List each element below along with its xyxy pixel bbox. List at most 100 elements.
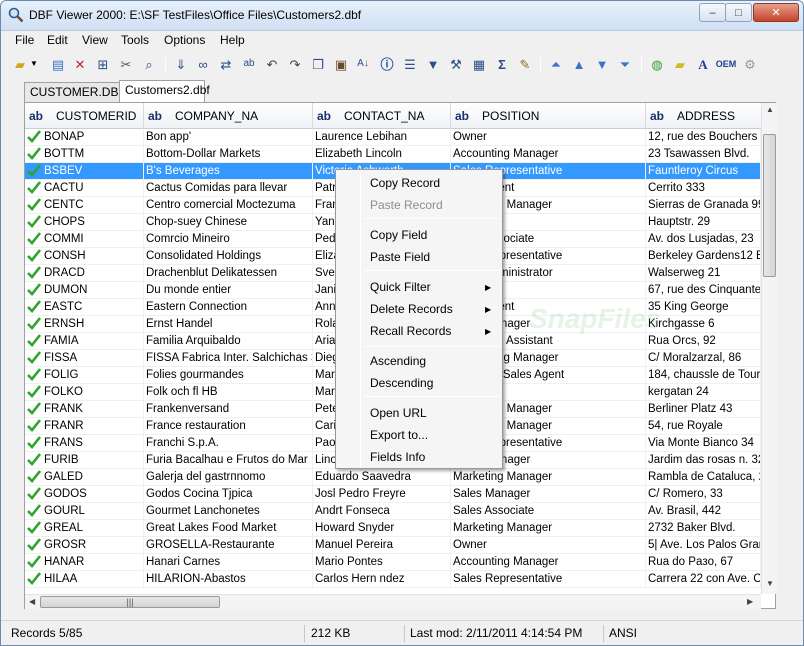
table-cell[interactable]: FISSA bbox=[44, 350, 144, 367]
table-cell[interactable]: Via Monte Bianco 34 bbox=[648, 435, 761, 452]
table-cell[interactable]: FAMIA bbox=[44, 333, 144, 350]
font-icon[interactable]: A bbox=[694, 55, 712, 73]
menu-edit[interactable]: Edit bbox=[47, 33, 68, 47]
menu-delete-records[interactable]: Delete Records bbox=[370, 302, 453, 316]
table-cell[interactable]: C/ Romero, 33 bbox=[648, 486, 761, 503]
horizontal-scroll-thumb[interactable]: ||| bbox=[40, 596, 220, 608]
table-cell[interactable]: HILARION-Abastos bbox=[146, 571, 313, 588]
table-cell[interactable]: Eastern Connection bbox=[146, 299, 313, 316]
prev-record-icon[interactable]: ▲ bbox=[570, 55, 588, 73]
vertical-scroll-thumb[interactable] bbox=[763, 134, 776, 277]
table-cell[interactable]: Carrera 22 con Ave. Carlos bbox=[648, 571, 761, 588]
table-cell[interactable]: Rua Orcs, 92 bbox=[648, 333, 761, 350]
table-cell[interactable]: BSBEV bbox=[44, 163, 144, 180]
find-icon[interactable]: ⌕ bbox=[140, 55, 158, 73]
table-cell[interactable]: Howard Snyder bbox=[315, 520, 451, 537]
table-row[interactable]: GALED Galerja del gastrпnomo Eduardo Saave… bbox=[25, 469, 761, 486]
info-icon[interactable]: ⓘ bbox=[378, 55, 396, 73]
table-cell[interactable]: Manuel Pereira bbox=[315, 537, 451, 554]
table-cell[interactable]: Bon app' bbox=[146, 129, 313, 146]
cut-icon[interactable]: ✂ bbox=[117, 55, 135, 73]
undo-icon[interactable]: ↶ bbox=[263, 55, 281, 73]
column-header-address[interactable]: ab ADDRESS bbox=[646, 103, 761, 129]
tab-customers2-dbf[interactable]: Customers2.dbf bbox=[119, 80, 210, 102]
table-cell[interactable]: GODOS bbox=[44, 486, 144, 503]
table-cell[interactable]: GREAL bbox=[44, 520, 144, 537]
table-cell[interactable]: 35 King George bbox=[648, 299, 761, 316]
new-file-icon[interactable]: ▤ bbox=[49, 55, 67, 73]
table-row[interactable]: GREAL Great Lakes Food Market Howard Snyde… bbox=[25, 520, 761, 537]
copy-icon[interactable]: ❐ bbox=[309, 55, 327, 73]
table-cell[interactable]: Centro comercial Moctezuma bbox=[146, 197, 313, 214]
table-cell[interactable]: Sales Associate bbox=[453, 503, 646, 520]
replace-icon[interactable]: ab bbox=[240, 55, 258, 73]
table-cell[interactable]: 5| Ave. Los Palos Grandes bbox=[648, 537, 761, 554]
table-cell[interactable]: kergatan 24 bbox=[648, 384, 761, 401]
scroll-left-icon[interactable]: ◀ bbox=[29, 597, 35, 606]
table-cell[interactable]: Comrcio Mineiro bbox=[146, 231, 313, 248]
oem-icon[interactable]: OEM bbox=[716, 55, 737, 73]
clear-filter-icon[interactable]: ⚒ bbox=[447, 55, 465, 73]
table-cell[interactable]: Drachenblut Delikatessen bbox=[146, 265, 313, 282]
table-cell[interactable]: Marketing Manager bbox=[453, 469, 646, 486]
table-cell[interactable]: Godos Cocina Tјpica bbox=[146, 486, 313, 503]
settings-icon[interactable]: ⚙ bbox=[741, 55, 759, 73]
menu-recall-records[interactable]: Recall Records bbox=[370, 324, 451, 338]
table-cell[interactable]: 2732 Baker Blvd. bbox=[648, 520, 761, 537]
table-cell[interactable]: Berkeley Gardens12 Brewery bbox=[648, 248, 761, 265]
table-cell[interactable]: COMMI bbox=[44, 231, 144, 248]
column-header-position[interactable]: ab POSITION bbox=[451, 103, 646, 129]
column-header-customerid[interactable]: ab CUSTOMERID bbox=[25, 103, 144, 129]
brush-icon[interactable]: ✎ bbox=[516, 55, 534, 73]
table-row[interactable]: BOTTM Bottom-Dollar Markets Elizabeth Linc… bbox=[25, 146, 761, 163]
table-cell[interactable]: DUMON bbox=[44, 282, 144, 299]
table-cell[interactable]: Sales Manager bbox=[453, 486, 646, 503]
notes-icon[interactable]: ▰ bbox=[671, 55, 689, 73]
globe-icon[interactable]: ◍ bbox=[648, 55, 666, 73]
filter-icon[interactable]: ▼ bbox=[424, 55, 442, 73]
table-cell[interactable]: Owner bbox=[453, 129, 646, 146]
table-cell[interactable]: GROSELLA-Restaurante bbox=[146, 537, 313, 554]
table-cell[interactable]: Ernst Handel bbox=[146, 316, 313, 333]
table-cell[interactable]: Furia Bacalhau e Frutos do Mar bbox=[146, 452, 313, 469]
table-cell[interactable]: Jardim das rosas n. 32 bbox=[648, 452, 761, 469]
table-cell[interactable]: BOTTM bbox=[44, 146, 144, 163]
delete-icon[interactable]: ✕ bbox=[71, 55, 89, 73]
paste-icon[interactable]: ▣ bbox=[332, 55, 350, 73]
scroll-up-icon[interactable]: ▲ bbox=[766, 105, 774, 114]
maximize-button[interactable]: □ bbox=[725, 3, 752, 22]
table-cell[interactable]: FRANK bbox=[44, 401, 144, 418]
table-cell[interactable]: B's Beverages bbox=[146, 163, 313, 180]
table-cell[interactable]: EASTC bbox=[44, 299, 144, 316]
table-cell[interactable]: ERNSH bbox=[44, 316, 144, 333]
table-row[interactable]: GODOS Godos Cocina Tјpica Josl Pedro Freyr… bbox=[25, 486, 761, 503]
table-cell[interactable]: Av. dos Lusjadas, 23 bbox=[648, 231, 761, 248]
table-cell[interactable]: 54, rue Royale bbox=[648, 418, 761, 435]
table-cell[interactable]: Folk och fl HB bbox=[146, 384, 313, 401]
table-cell[interactable]: HILAA bbox=[44, 571, 144, 588]
table-cell[interactable]: CONSH bbox=[44, 248, 144, 265]
sort-az-icon[interactable]: A↓ bbox=[354, 55, 372, 73]
table-cell[interactable]: Galerja del gastrпnomo bbox=[146, 469, 313, 486]
close-button[interactable]: ✕ bbox=[753, 3, 799, 22]
table-cell[interactable]: FRANR bbox=[44, 418, 144, 435]
binoculars-icon[interactable]: ∞ bbox=[194, 55, 212, 73]
table-cell[interactable]: C/ Moralzarzal, 86 bbox=[648, 350, 761, 367]
table-cell[interactable]: Bottom-Dollar Markets bbox=[146, 146, 313, 163]
table-cell[interactable]: FRANS bbox=[44, 435, 144, 452]
menu-paste-field[interactable]: Paste Field bbox=[370, 250, 430, 264]
menu-quick-filter[interactable]: Quick Filter bbox=[370, 280, 431, 294]
menu-ascending[interactable]: Ascending bbox=[370, 354, 426, 368]
table-cell[interactable]: Marketing Manager bbox=[453, 520, 646, 537]
minimize-button[interactable]: – bbox=[699, 3, 726, 22]
first-record-icon[interactable]: ⏶ bbox=[547, 55, 565, 73]
menu-help[interactable]: Help bbox=[220, 33, 245, 47]
table-cell[interactable]: Eduardo Saavedra bbox=[315, 469, 451, 486]
scroll-down-icon[interactable]: ▼ bbox=[766, 579, 774, 588]
table-cell[interactable]: Sales Representative bbox=[453, 571, 646, 588]
table-cell[interactable]: Mario Pontes bbox=[315, 554, 451, 571]
column-header-contact[interactable]: ab CONTACT_NA bbox=[313, 103, 451, 129]
table-cell[interactable]: CACTU bbox=[44, 180, 144, 197]
dropdown-arrow-icon[interactable]: ▼ bbox=[29, 55, 39, 73]
table-cell[interactable]: Laurence Lebihan bbox=[315, 129, 451, 146]
